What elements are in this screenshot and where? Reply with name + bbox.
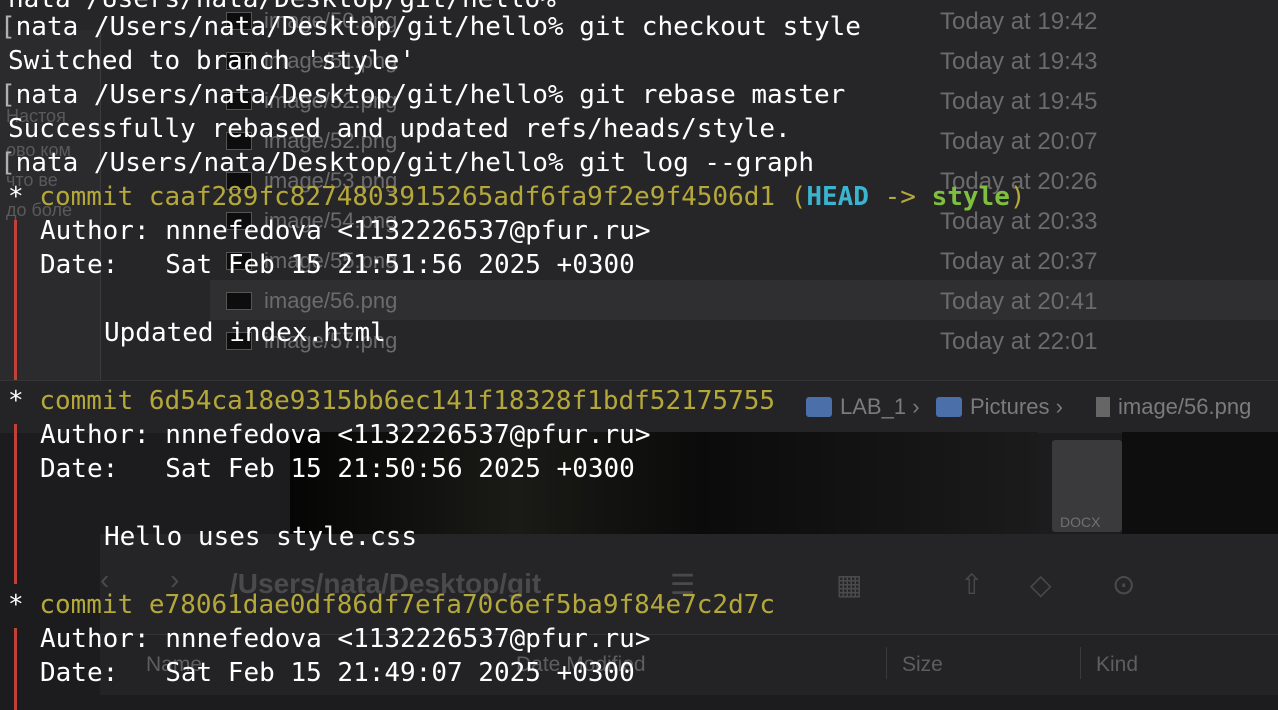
graph-rail xyxy=(14,424,17,584)
commit-line: * commit e78061dae0df86df7efa70c6ef5ba9f… xyxy=(8,590,776,620)
prompt: nata /Users/nata/Desktop/git/hello% xyxy=(15,148,580,178)
command: git checkout style xyxy=(579,12,861,42)
terminal-output[interactable]: nata /Users/nata/Desktop/git/hello% [nat… xyxy=(0,0,1278,710)
commit-author: Author: nnnefedova <1132226537@pfur.ru> xyxy=(40,420,651,450)
commit-date: Date: Sat Feb 15 21:49:07 2025 +0300 xyxy=(40,658,635,688)
branch-ref: style xyxy=(931,182,1010,212)
commit-message: Hello uses style.css xyxy=(104,522,418,552)
prompt-line: [nata /Users/nata/Desktop/git/hello% git… xyxy=(0,12,861,42)
commit-hash: 6d54ca18e9315bb6ec141f18328f1bdf52175755 xyxy=(148,386,776,416)
prompt-line: [nata /Users/nata/Desktop/git/hello% git… xyxy=(0,148,814,178)
commit-line: * commit caaf289fc8274803915265adf6fa9f2… xyxy=(8,182,1026,212)
commit-line: * commit 6d54ca18e9315bb6ec141f18328f1bd… xyxy=(8,386,776,416)
prompt: nata /Users/nata/Desktop/git/hello% xyxy=(15,12,580,42)
commit-hash: e78061dae0df86df7efa70c6ef5ba9f84e7c2d7c xyxy=(148,590,776,620)
head-ref: HEAD xyxy=(806,182,869,212)
prompt-line: [nata /Users/nata/Desktop/git/hello% git… xyxy=(0,80,846,110)
commit-author: Author: nnnefedova <1132226537@pfur.ru> xyxy=(40,216,651,246)
graph-rail xyxy=(14,628,17,710)
graph-rail xyxy=(14,220,17,380)
commit-date: Date: Sat Feb 15 21:50:56 2025 +0300 xyxy=(40,454,635,484)
commit-hash: caaf289fc8274803915265adf6fa9f2e9f4506d1 xyxy=(148,182,776,212)
command: git rebase master xyxy=(579,80,846,110)
commit-message: Updated index.html xyxy=(104,318,386,348)
command: git log --graph xyxy=(579,148,814,178)
commit-author: Author: nnnefedova <1132226537@pfur.ru> xyxy=(40,624,651,654)
commit-date: Date: Sat Feb 15 21:51:56 2025 +0300 xyxy=(40,250,635,280)
output-line: Switched to branch 'style' xyxy=(8,46,415,76)
output-line: Successfully rebased and updated refs/he… xyxy=(8,114,791,144)
prompt: nata /Users/nata/Desktop/git/hello% xyxy=(15,80,580,110)
